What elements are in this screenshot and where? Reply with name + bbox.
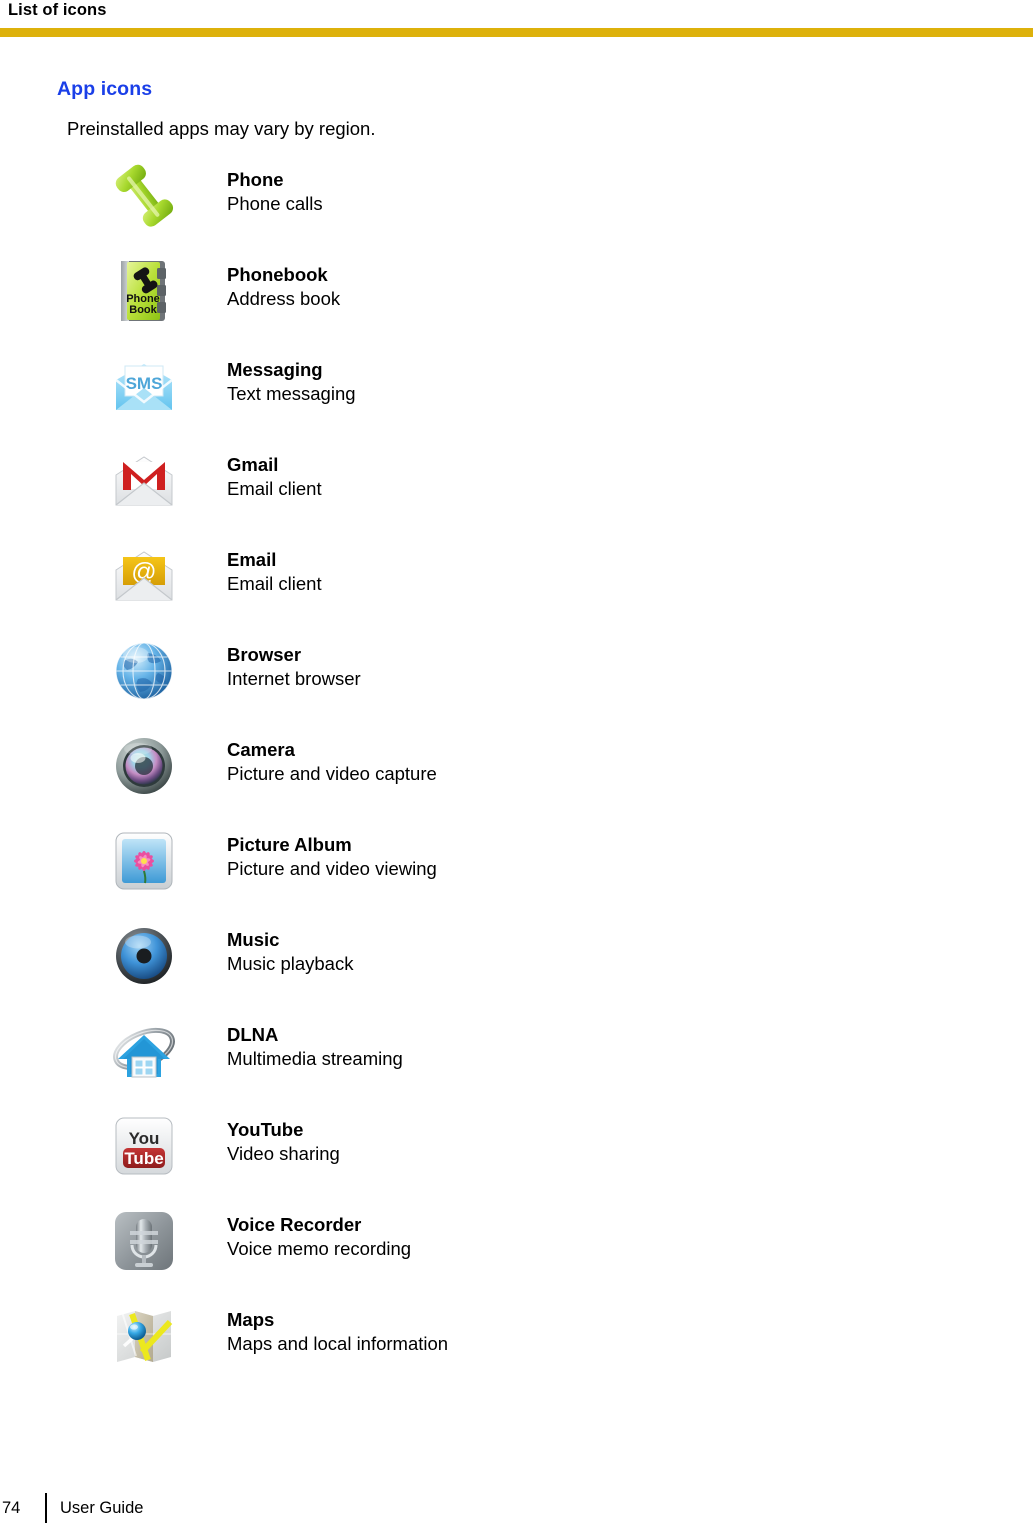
- app-description: Music playback: [227, 953, 354, 975]
- app-description: Phone calls: [227, 193, 323, 215]
- app-description: Maps and local information: [227, 1333, 449, 1355]
- section-heading: App icons: [57, 78, 153, 100]
- app-icon-cell: You Tube: [103, 1105, 185, 1187]
- app-icon-cell: [103, 725, 185, 807]
- app-row: Browser Internet browser: [0, 630, 1033, 725]
- app-row: @ Email Email client: [0, 535, 1033, 630]
- camera-lens-icon: [108, 730, 180, 802]
- app-icon-cell: Phone Book: [103, 250, 185, 332]
- app-name: Picture Album: [227, 834, 352, 855]
- app-icon-cell: [103, 1200, 185, 1282]
- section-note: Preinstalled apps may vary by region.: [67, 118, 376, 139]
- app-row: You Tube YouTube Video sharing: [0, 1105, 1033, 1200]
- app-row: DLNA Multimedia streaming: [0, 1010, 1033, 1105]
- app-icon-list: Phone Phone calls Phone Book Phonebook A…: [0, 155, 1033, 1390]
- app-name: Camera: [227, 739, 295, 760]
- app-row: SMS Messaging Text messaging: [0, 345, 1033, 440]
- app-name: YouTube: [227, 1119, 304, 1140]
- app-row: Maps Maps and local information: [0, 1295, 1033, 1390]
- app-icon-cell: [103, 440, 185, 522]
- app-description: Address book: [227, 288, 341, 310]
- app-name: DLNA: [227, 1024, 279, 1045]
- svg-text:You: You: [129, 1129, 160, 1148]
- app-text: Maps Maps and local information: [227, 1308, 448, 1357]
- app-text: YouTube Video sharing: [227, 1118, 340, 1167]
- app-row: Phone Book Phonebook Address book: [0, 250, 1033, 345]
- app-name: Gmail: [227, 454, 279, 475]
- app-icon-cell: SMS: [103, 345, 185, 427]
- music-speaker-icon: [108, 920, 180, 992]
- phonebook-icon: Phone Book: [108, 255, 180, 327]
- app-description: Text messaging: [227, 383, 356, 405]
- app-row: Phone Phone calls: [0, 155, 1033, 250]
- globe-browser-icon: [108, 635, 180, 707]
- youtube-icon: You Tube: [108, 1110, 180, 1182]
- page-header: List of icons: [0, 0, 1033, 40]
- app-text: Picture Album Picture and video viewing: [227, 833, 437, 882]
- app-description: Voice memo recording: [227, 1238, 412, 1260]
- running-header-title: List of icons: [8, 1, 107, 19]
- app-name: Browser: [227, 644, 302, 665]
- app-row: Picture Album Picture and video viewing: [0, 820, 1033, 915]
- svg-text:Book: Book: [129, 304, 157, 316]
- app-text: Phone Phone calls: [227, 168, 323, 217]
- app-text: Gmail Email client: [227, 453, 322, 502]
- app-text: Camera Picture and video capture: [227, 738, 437, 787]
- app-icon-cell: [103, 820, 185, 902]
- app-name: Voice Recorder: [227, 1214, 362, 1235]
- footer-label: User Guide: [60, 1499, 144, 1517]
- app-text: Browser Internet browser: [227, 643, 361, 692]
- app-description: Multimedia streaming: [227, 1048, 403, 1070]
- app-row: Voice Recorder Voice memo recording: [0, 1200, 1033, 1295]
- email-envelope-icon: @: [108, 540, 180, 612]
- page-footer: 74 User Guide: [0, 1475, 1033, 1535]
- app-name: Maps: [227, 1309, 275, 1330]
- app-text: Voice Recorder Voice memo recording: [227, 1213, 411, 1262]
- app-text: DLNA Multimedia streaming: [227, 1023, 403, 1072]
- page-number: 74: [2, 1499, 21, 1517]
- app-description: Picture and video viewing: [227, 858, 437, 880]
- dlna-house-icon: [108, 1015, 180, 1087]
- app-description: Email client: [227, 573, 322, 595]
- app-text: Messaging Text messaging: [227, 358, 356, 407]
- phone-handset-icon: [108, 160, 180, 232]
- app-text: Music Music playback: [227, 928, 353, 977]
- app-row: Gmail Email client: [0, 440, 1033, 535]
- app-row: Camera Picture and video capture: [0, 725, 1033, 820]
- app-description: Video sharing: [227, 1143, 340, 1165]
- app-text: Phonebook Address book: [227, 263, 340, 312]
- app-icon-cell: [103, 155, 185, 237]
- app-icon-cell: [103, 630, 185, 712]
- app-icon-cell: @: [103, 535, 185, 617]
- app-description: Internet browser: [227, 668, 361, 690]
- app-icon-cell: [103, 1295, 185, 1377]
- app-icon-cell: [103, 915, 185, 997]
- app-description: Picture and video capture: [227, 763, 437, 785]
- header-rule: [0, 28, 1033, 37]
- picture-album-icon: [108, 825, 180, 897]
- footer-divider: [45, 1493, 47, 1523]
- app-name: Phone: [227, 169, 284, 190]
- app-name: Phonebook: [227, 264, 328, 285]
- app-row: Music Music playback: [0, 915, 1033, 1010]
- voice-recorder-icon: [108, 1205, 180, 1277]
- gmail-envelope-icon: [108, 445, 180, 517]
- app-icon-cell: [103, 1010, 185, 1092]
- maps-icon: [108, 1300, 180, 1372]
- sms-envelope-icon: SMS: [108, 350, 180, 422]
- app-name: Email: [227, 549, 277, 570]
- app-text: Email Email client: [227, 548, 322, 597]
- app-name: Messaging: [227, 359, 323, 380]
- app-name: Music: [227, 929, 280, 950]
- svg-text:Tube: Tube: [124, 1149, 163, 1168]
- app-description: Email client: [227, 478, 322, 500]
